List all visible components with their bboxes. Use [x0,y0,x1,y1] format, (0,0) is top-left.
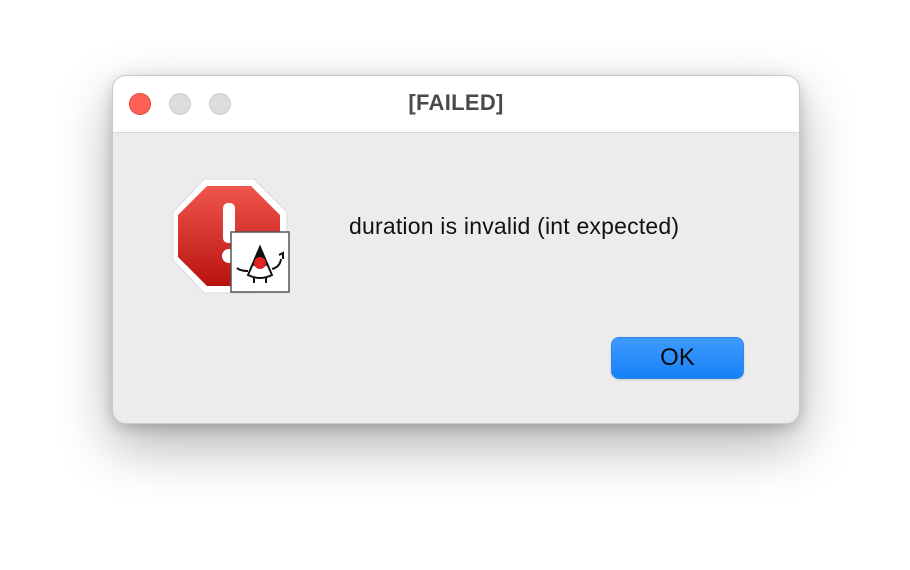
error-message: duration is invalid (int expected) [349,213,680,239]
alert-dialog-window: [FAILED] duration is invalid (int expect… [112,75,800,424]
ok-button[interactable]: OK [611,337,744,379]
window-title: [FAILED] [408,90,504,115]
title-bar[interactable]: [FAILED] [113,76,799,133]
screen: [FAILED] duration is invalid (int expect… [0,0,910,570]
error-icon-group [170,176,292,298]
java-duke-icon [230,231,290,293]
